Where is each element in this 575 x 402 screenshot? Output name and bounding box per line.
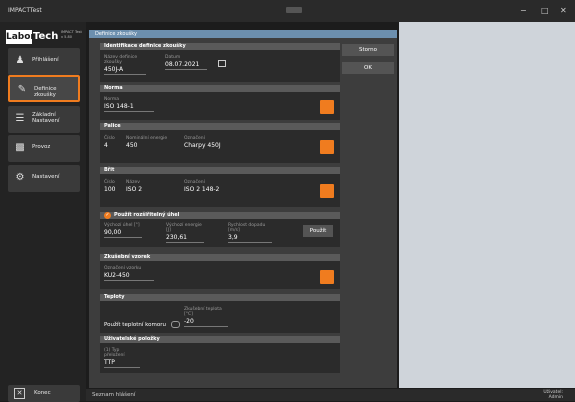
logo: Labor Tech IMPACT Test v 5.80 [6,28,82,46]
pouzit-button[interactable]: Použít [303,225,333,237]
zkusebni-teplota-field[interactable]: Zkušební teplota [°C] -20 [184,307,228,327]
section-uhel: ✓ Použít rozšiřitelný úhel Výchozí úhel … [100,212,340,247]
section-title: Norma [100,85,340,92]
close-button[interactable]: ✕ [560,6,567,15]
logo-version: IMPACT Test v 5.80 [61,30,82,39]
section-title: ✓ Použít rozšiřitelný úhel [100,212,340,219]
nav-prihlaseni[interactable]: ♟ Přihlášení [8,48,80,75]
section-norma: Norma Norma ISO 148-1 [100,85,340,120]
nav-definice-zkousky[interactable]: ✎ Definice zkoušky [8,75,80,102]
message-list-link[interactable]: Seznam hlášení [92,392,135,398]
user-info: Uživatel: Admin [543,390,563,400]
vzorek-select-button[interactable] [320,270,334,284]
title-handle[interactable] [286,7,302,13]
section-title: Identifikace definice zkoušky [100,43,340,50]
nav-label: Provoz [32,144,51,150]
app-title: IMPACTTest [8,7,42,14]
sidebar: Labor Tech IMPACT Test v 5.80 ♟ Přihláše… [0,22,86,402]
norma-select-button[interactable] [320,100,334,114]
rychlost-dopadu-field[interactable]: Rychlost dopadu [m/s] 3,9 [228,223,272,243]
section-uzivatelske-polozky: Uživatelské položky (1) Typ přeložení TT… [100,336,340,373]
date-field[interactable]: Datum 08.07.2021 [165,55,207,70]
palice-energie-field[interactable]: Nominální energie 450 [126,136,176,149]
brit-oznaceni-field[interactable]: Označení ISO 2 148-2 [184,180,234,193]
vychozi-energie-field[interactable]: Výchozí energie [J] 230,61 [166,223,204,243]
user-icon: ♟ [15,55,25,66]
teplotni-komora-label: Použít teplotní komoru [104,321,180,328]
title-bar: IMPACTTest − □ ✕ [0,0,575,22]
norma-field[interactable]: Norma ISO 148-1 [104,97,154,112]
minimize-button[interactable]: − [520,6,527,15]
logo-labor: Labor [6,30,35,44]
brit-select-button[interactable] [320,184,334,198]
nav-label: Definice zkoušky [34,86,57,98]
calendar-icon[interactable] [218,60,226,67]
nav-zakladni-nastaveni[interactable]: ☰ Základní Nastavení [8,106,80,133]
brit-cislo-field[interactable]: Číslo 100 [104,180,124,193]
section-palice: Palice Číslo 4 Nominální energie 450 Ozn… [100,123,340,163]
section-title: Zkušební vzorek [100,254,340,261]
ok-button[interactable]: OK [342,62,394,74]
section-brit: Břit Číslo 100 Název ISO 2 Označení ISO … [100,167,340,207]
gear-icon: ⚙ [15,172,25,183]
logo-tech: Tech [33,31,59,42]
nav-label: Přihlášení [32,57,59,63]
definition-panel: Definice zkoušky Identifikace definice z… [89,30,397,388]
brit-nazev-field[interactable]: Název ISO 2 [126,180,176,193]
typ-prelozeni-field[interactable]: (1) Typ přeložení TTP [104,348,140,368]
panel-title: Definice zkoušky [95,31,137,37]
car-icon: ▩ [15,142,25,153]
palice-cislo-field[interactable]: Číslo 4 [104,136,124,149]
vychozi-uhel-field[interactable]: Výchozí úhel [°] 90,00 [104,223,142,238]
nav-label: Nastavení [32,174,60,180]
section-vzorek: Zkušební vzorek Označení vzorku KU2-450 [100,254,340,289]
teplotni-komora-toggle[interactable] [170,321,180,328]
exit-button[interactable]: ✕ Konec [8,385,80,402]
pen-icon: ✎ [17,84,27,95]
status-bar: Seznam hlášení Uživatel: Admin [86,389,575,401]
close-box-icon: ✕ [14,388,25,399]
nav-provoz[interactable]: ▩ Provoz [8,135,80,162]
vzorek-field[interactable]: Označení vzorku KU2-450 [104,266,154,281]
list-icon: ☰ [15,113,25,124]
empty-area [399,22,575,388]
section-title: Uživatelské položky [100,336,340,343]
nav-label: Základní Nastavení [32,112,60,124]
nav-nastaveni[interactable]: ⚙ Nastavení [8,165,80,192]
section-identifikace: Identifikace definice zkoušky Název defi… [100,43,340,82]
panel-header: Definice zkoušky [89,30,397,38]
section-title: Břit [100,167,340,174]
name-field[interactable]: Název definice zkoušky 450J-A [104,55,146,75]
palice-select-button[interactable] [320,140,334,154]
uhel-checkbox[interactable]: ✓ [104,212,111,219]
maximize-button[interactable]: □ [541,6,549,15]
section-title: Palice [100,123,340,130]
storno-button[interactable]: Storno [342,44,394,56]
exit-label: Konec [34,390,51,396]
section-title: Teploty [100,294,340,301]
section-teploty: Teploty Použít teplotní komoru Zkušební … [100,294,340,333]
palice-oznaceni-field[interactable]: Označení Charpy 450J [184,136,234,149]
